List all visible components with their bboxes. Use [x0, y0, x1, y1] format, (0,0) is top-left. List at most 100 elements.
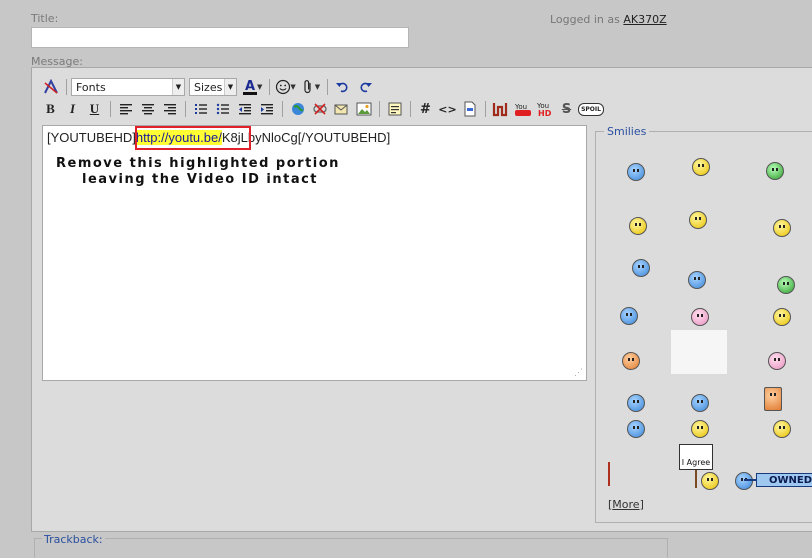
toolbar-separator: [485, 101, 486, 117]
toolbar-separator: [110, 101, 111, 117]
smiley-waving-icon[interactable]: [689, 211, 707, 229]
toolbar-separator: [282, 101, 283, 117]
chevron-down-icon[interactable]: ▼: [315, 83, 320, 91]
smiley-dancing-icon[interactable]: [632, 259, 650, 277]
toolbar-separator: [66, 79, 67, 95]
size-select-label: Sizes: [194, 80, 223, 94]
outdent-icon[interactable]: [234, 99, 255, 119]
trackback-panel: [34, 538, 668, 558]
message-textarea[interactable]: [YOUTUBEHD]http://youtu.be/K8jLbyNloCg[/…: [42, 125, 587, 381]
chevron-down-icon: ▼: [172, 79, 184, 95]
indent-icon[interactable]: [256, 99, 277, 119]
svg-text:You: You: [514, 103, 527, 111]
smiley-sign-stick-icon[interactable]: [608, 462, 610, 486]
code-button[interactable]: <>: [437, 99, 458, 119]
quote-icon[interactable]: [384, 99, 405, 119]
text-before: [YOUTUBEHD]: [47, 130, 136, 145]
youtube-icon[interactable]: You: [512, 99, 533, 119]
size-select[interactable]: Sizes ▼: [189, 78, 237, 96]
bold-button[interactable]: B: [40, 99, 61, 119]
toolbar-separator: [410, 101, 411, 117]
agree-sign-text: I Agree: [681, 458, 711, 467]
toolbar-row-1: Fonts ▼ Sizes ▼ A ▼ ▼ ▼: [40, 76, 376, 98]
smiley-owned-sign[interactable]: OWNED: [756, 473, 812, 487]
smilies-panel: Smilies I Agree OWNED [More]: [595, 125, 812, 523]
spoiler-label: SPOIL: [578, 102, 604, 116]
smiley-neutral-icon[interactable]: [773, 420, 791, 438]
blank-smiley-slot: [671, 330, 727, 374]
spoiler-button[interactable]: SPOIL: [578, 99, 604, 119]
align-right-icon[interactable]: [159, 99, 180, 119]
more-label: More: [612, 498, 640, 511]
insert-email-icon[interactable]: [331, 99, 352, 119]
login-status: Logged in as AK370Z: [550, 13, 667, 26]
smiley-agree-icon[interactable]: [701, 472, 719, 490]
svg-text:A: A: [245, 79, 255, 94]
smiley-bunny-icon[interactable]: [768, 352, 786, 370]
underline-button[interactable]: U: [84, 99, 105, 119]
chain-icon: [744, 479, 756, 481]
trackback-legend: Trackback:: [42, 533, 105, 546]
align-left-icon[interactable]: [115, 99, 136, 119]
strikethrough-button[interactable]: S: [556, 99, 577, 119]
youtube-hd-icon[interactable]: You HD: [534, 99, 555, 119]
youtube-alt-icon[interactable]: [490, 99, 511, 119]
font-select[interactable]: Fonts ▼: [71, 78, 185, 96]
username-link[interactable]: AK370Z: [623, 13, 666, 26]
smiley-happy-icon[interactable]: [773, 308, 791, 326]
font-select-label: Fonts: [76, 80, 106, 94]
remove-format-icon[interactable]: [40, 77, 61, 97]
resize-grip-icon[interactable]: ⋰: [574, 367, 583, 378]
smiley-wink-icon[interactable]: [773, 219, 791, 237]
logged-in-prefix: Logged in as: [550, 13, 620, 26]
text-after: K8jLbyNloCg[/YOUTUBEHD]: [221, 130, 391, 145]
smiley-agree-sign[interactable]: I Agree: [679, 444, 713, 470]
smilies-legend: Smilies: [604, 125, 650, 138]
svg-text:HD: HD: [538, 109, 552, 117]
annotation-text: Remove this highlighted portion leaving …: [56, 156, 340, 188]
smiley-smile-icon[interactable]: [627, 394, 645, 412]
editor-text-line: [YOUTUBEHD]http://youtu.be/K8jLbyNloCg[/…: [47, 130, 390, 145]
smiley-cowboy-icon[interactable]: [629, 217, 647, 235]
smiley-grin-icon[interactable]: [691, 394, 709, 412]
insert-image-icon[interactable]: [353, 99, 374, 119]
smiley-thumbs-icon[interactable]: [620, 307, 638, 325]
undo-icon[interactable]: [332, 77, 353, 97]
smiley-blush-icon[interactable]: [691, 308, 709, 326]
numbered-list-icon[interactable]: [190, 99, 211, 119]
remove-link-icon[interactable]: [309, 99, 330, 119]
toolbar-separator: [269, 79, 271, 95]
insert-link-icon[interactable]: [287, 99, 308, 119]
title-label: Title:: [31, 12, 59, 25]
annotation-line-2: leaving the Video ID intact: [82, 172, 319, 187]
smiley-confused-icon[interactable]: [691, 420, 709, 438]
smiley-owned-icon[interactable]: [735, 472, 753, 490]
smiley-cool-icon[interactable]: [627, 420, 645, 438]
chevron-down-icon[interactable]: ▼: [290, 83, 295, 91]
smiley-laughing-icon[interactable]: [692, 158, 710, 176]
sign-stick: [695, 470, 697, 488]
smiley-icon[interactable]: [627, 163, 645, 181]
toolbar-separator: [327, 79, 329, 95]
toolbar-separator: [185, 101, 186, 117]
toolbar-row-2: B I U # <> You You HD S SPOIL: [40, 98, 605, 120]
html-code-icon[interactable]: [459, 99, 480, 119]
smiley-sick-icon[interactable]: [777, 276, 795, 294]
more-smilies-link[interactable]: [More]: [608, 498, 644, 511]
highlighted-url: http://youtu.be/: [135, 130, 222, 145]
smiley-door-icon[interactable]: [764, 387, 782, 411]
bullet-list-icon[interactable]: [212, 99, 233, 119]
hash-button[interactable]: #: [415, 99, 436, 119]
smiley-cheer-icon[interactable]: [688, 271, 706, 289]
toolbar-separator: [379, 101, 380, 117]
smiley-thumbs-up-icon[interactable]: [766, 162, 784, 180]
chevron-down-icon[interactable]: ▼: [257, 83, 262, 91]
owned-sign-text: OWNED: [769, 474, 812, 486]
smiley-gamer-icon[interactable]: [622, 352, 640, 370]
annotation-line-1: Remove this highlighted portion: [56, 156, 340, 171]
italic-button[interactable]: I: [62, 99, 83, 119]
message-editor-panel: Fonts ▼ Sizes ▼ A ▼ ▼ ▼ B I U # <> You Y…: [31, 67, 812, 532]
align-center-icon[interactable]: [137, 99, 158, 119]
title-input[interactable]: [31, 27, 409, 48]
redo-icon[interactable]: [354, 77, 375, 97]
